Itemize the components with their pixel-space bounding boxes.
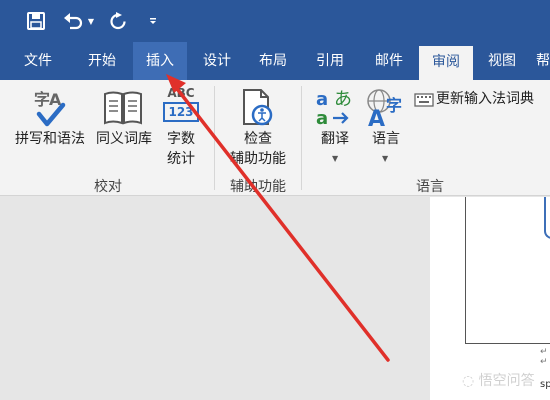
- language-button[interactable]: A 字 语言 ▼: [362, 80, 410, 172]
- group-divider: [301, 86, 302, 190]
- svg-text:A: A: [368, 107, 385, 128]
- word-count-label-line2: 统计: [167, 151, 195, 167]
- spelling-check-icon: 字A: [34, 86, 70, 128]
- document-edge-text: sp: [540, 379, 550, 390]
- language-globe-icon: A 字: [366, 88, 406, 128]
- update-ime-dictionary-button[interactable]: 更新输入法词典: [414, 88, 550, 110]
- word-count-label-line1: 字数: [167, 131, 195, 147]
- paragraph-mark: ↵: [540, 357, 548, 367]
- text-box-frame: [465, 197, 550, 344]
- paragraph-mark: ↵: [540, 347, 548, 357]
- watermark-logo: ◌ 悟空问答: [462, 370, 535, 390]
- language-group-label: 语言: [416, 179, 444, 195]
- keyboard-icon: [414, 92, 434, 111]
- svg-text:a: a: [316, 108, 328, 126]
- tab-layout[interactable]: 布局: [246, 42, 300, 80]
- translate-label: 翻译: [321, 131, 349, 147]
- tab-references[interactable]: 引用: [303, 42, 357, 80]
- check-accessibility-label-line2: 辅助功能: [230, 151, 286, 167]
- ribbon-tabs: 文件 开始 插入 设计 布局 引用 邮件 审阅 视图 帮: [0, 42, 550, 80]
- save-icon[interactable]: [24, 8, 48, 34]
- thesaurus-label: 同义词库: [96, 131, 152, 147]
- translate-icon: a あ a: [316, 88, 354, 130]
- accessibility-group-label: 辅助功能: [230, 179, 286, 195]
- redo-icon[interactable]: [107, 8, 129, 34]
- group-divider: [214, 86, 215, 190]
- undo-icon[interactable]: [62, 8, 84, 34]
- accessibility-check-icon: [241, 88, 275, 132]
- thesaurus-button[interactable]: 同义词库: [92, 80, 156, 172]
- tab-view[interactable]: 视图: [476, 42, 528, 80]
- check-accessibility-button[interactable]: 检查 辅助功能: [220, 80, 296, 172]
- translate-button[interactable]: a あ a 翻译 ▼: [308, 80, 362, 172]
- update-ime-dictionary-label: 更新输入法词典: [436, 91, 534, 107]
- word-count-icon: ABC 123: [163, 86, 199, 122]
- tab-file[interactable]: 文件: [8, 42, 68, 80]
- book-icon: [103, 90, 143, 130]
- undo-dropdown-icon[interactable]: ▼: [86, 8, 96, 34]
- tab-home[interactable]: 开始: [72, 42, 132, 80]
- language-label: 语言: [372, 131, 400, 147]
- svg-text:あ: あ: [334, 89, 352, 110]
- tab-design[interactable]: 设计: [190, 42, 244, 80]
- proofing-group-label: 校对: [94, 179, 122, 195]
- quick-access-toolbar: ▼: [0, 0, 550, 42]
- tab-mailings[interactable]: 邮件: [361, 42, 417, 80]
- word-count-button[interactable]: ABC 123 字数 统计: [158, 80, 204, 172]
- language-dropdown-icon: ▼: [382, 154, 389, 163]
- tab-insert[interactable]: 插入: [133, 42, 187, 80]
- svg-text:a: a: [316, 89, 328, 110]
- spelling-grammar-button[interactable]: 字A 拼写和语法: [8, 80, 92, 172]
- watermark-text: 悟空问答: [478, 373, 535, 389]
- spelling-grammar-label: 拼写和语法: [15, 131, 85, 147]
- check-accessibility-label-line1: 检查: [244, 131, 272, 147]
- chat-bubble-icon: ◌: [462, 373, 475, 389]
- tab-review[interactable]: 审阅: [419, 46, 473, 80]
- ribbon: 字A 拼写和语法 同义词库 ABC 123 字数 统计 校对 检查 辅助功能 辅…: [0, 80, 550, 196]
- tab-help[interactable]: 帮: [536, 42, 550, 80]
- translate-dropdown-icon: ▼: [332, 154, 339, 163]
- customize-toolbar-icon[interactable]: [146, 8, 160, 34]
- shape-outline: [544, 197, 550, 239]
